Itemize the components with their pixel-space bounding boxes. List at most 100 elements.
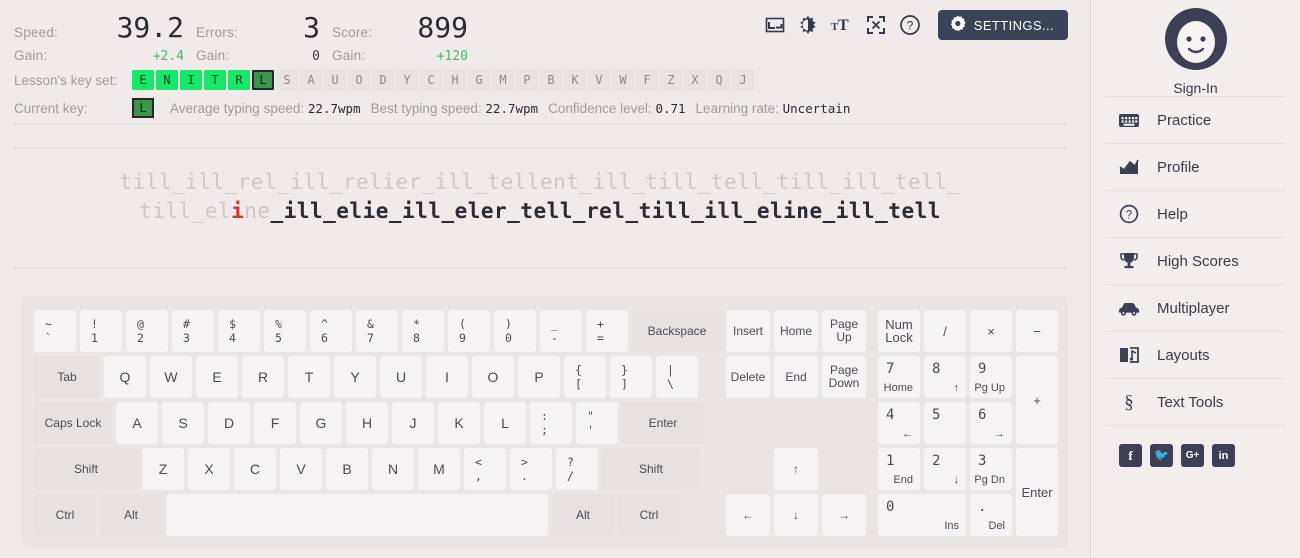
key-i[interactable]: I bbox=[426, 356, 468, 398]
key-backspace[interactable]: Backspace bbox=[632, 310, 722, 352]
key-numpad-1[interactable]: 1 End bbox=[878, 448, 920, 490]
key-numpad-6[interactable]: 6 → bbox=[970, 402, 1012, 444]
key-numpad-minus[interactable]: − bbox=[1016, 310, 1058, 352]
key-tab[interactable]: Tab bbox=[34, 356, 100, 398]
key-q[interactable]: Q bbox=[104, 356, 146, 398]
key-v[interactable]: V bbox=[280, 448, 322, 490]
key-backslash[interactable]: | \ bbox=[656, 356, 698, 398]
key-=[interactable]: + = bbox=[586, 310, 628, 352]
key-y[interactable]: Y bbox=[334, 356, 376, 398]
key-numpad-9[interactable]: 9 Pg Up bbox=[970, 356, 1012, 398]
account-block[interactable]: Sign-In bbox=[1091, 0, 1300, 96]
facebook-icon[interactable]: f bbox=[1119, 444, 1142, 467]
linkedin-icon[interactable]: in bbox=[1212, 444, 1235, 467]
crop-icon[interactable] bbox=[765, 15, 785, 35]
typing-text-area[interactable]: till_ill_rel_ill_relier_ill_tellent_ill_… bbox=[0, 168, 1080, 226]
key-numpad-plus[interactable]: + bbox=[1016, 356, 1058, 444]
key-shift-right[interactable]: Shift bbox=[602, 448, 700, 490]
key-caps-lock[interactable]: Caps Lock bbox=[34, 402, 112, 444]
key-ctrl-left[interactable]: Ctrl bbox=[34, 494, 96, 536]
key-period[interactable]: >. bbox=[510, 448, 552, 490]
key-`[interactable]: ~ ` bbox=[34, 310, 76, 352]
key-m[interactable]: M bbox=[418, 448, 460, 490]
sidebar-item-profile[interactable]: Profile bbox=[1091, 144, 1300, 190]
key-numpad-2[interactable]: 2 ↓ bbox=[924, 448, 966, 490]
sidebar-item-practice[interactable]: Practice bbox=[1091, 97, 1300, 143]
key-page-up[interactable]: Page Up bbox=[822, 310, 866, 352]
key-numpad-5[interactable]: 5 bbox=[924, 402, 966, 444]
key-u[interactable]: U bbox=[380, 356, 422, 398]
key-w[interactable]: W bbox=[150, 356, 192, 398]
key-slash[interactable]: ? / bbox=[556, 448, 598, 490]
key-2[interactable]: @2 bbox=[126, 310, 168, 352]
sidebar-item-help[interactable]: ? Help bbox=[1091, 191, 1300, 237]
key-e[interactable]: E bbox=[196, 356, 238, 398]
key-r[interactable]: R bbox=[242, 356, 284, 398]
key-alt-right[interactable]: Alt bbox=[552, 494, 614, 536]
key-numpad-0[interactable]: 0 Ins bbox=[878, 494, 966, 536]
key-numpad-divide[interactable]: / bbox=[924, 310, 966, 352]
key-j[interactable]: J bbox=[392, 402, 434, 444]
key-numpad-4[interactable]: 4 ← bbox=[878, 402, 920, 444]
key-numpad-multiply[interactable]: × bbox=[970, 310, 1012, 352]
key-7[interactable]: & 7 bbox=[356, 310, 398, 352]
key-f[interactable]: F bbox=[254, 402, 296, 444]
key-d[interactable]: D bbox=[208, 402, 250, 444]
key-3[interactable]: #3 bbox=[172, 310, 214, 352]
key-alt-left[interactable]: Alt bbox=[100, 494, 162, 536]
key-h[interactable]: H bbox=[346, 402, 388, 444]
key-bracketright[interactable]: }] bbox=[610, 356, 652, 398]
key-arrow-left[interactable]: ← bbox=[726, 494, 770, 536]
key--[interactable]: _ - bbox=[540, 310, 582, 352]
key-end[interactable]: End bbox=[774, 356, 818, 398]
key-c[interactable]: C bbox=[234, 448, 276, 490]
key-delete[interactable]: Delete bbox=[726, 356, 770, 398]
key-page-down[interactable]: Page Down bbox=[822, 356, 866, 398]
google-plus-icon[interactable]: G+ bbox=[1181, 444, 1204, 467]
key-comma[interactable]: <, bbox=[464, 448, 506, 490]
key-semicolon[interactable]: :; bbox=[530, 402, 572, 444]
key-1[interactable]: ! 1 bbox=[80, 310, 122, 352]
key-o[interactable]: O bbox=[472, 356, 514, 398]
key-enter[interactable]: Enter bbox=[622, 402, 704, 444]
key-numpad-7[interactable]: 7 Home bbox=[878, 356, 920, 398]
key-b[interactable]: B bbox=[326, 448, 368, 490]
key-6[interactable]: ^ 6 bbox=[310, 310, 352, 352]
twitter-icon[interactable]: 🐦 bbox=[1150, 444, 1173, 467]
key-l[interactable]: L bbox=[484, 402, 526, 444]
key-k[interactable]: K bbox=[438, 402, 480, 444]
key-arrow-up[interactable]: ↑ bbox=[774, 448, 818, 490]
key-numpad-enter[interactable]: Enter bbox=[1016, 448, 1058, 536]
fullscreen-icon[interactable] bbox=[866, 15, 886, 35]
sidebar-item-text-tools[interactable]: § Text Tools bbox=[1091, 379, 1300, 425]
key-numpad-8[interactable]: 8 ↑ bbox=[924, 356, 966, 398]
key-shift-left[interactable]: Shift bbox=[34, 448, 138, 490]
sidebar-item-multiplayer[interactable]: Multiplayer bbox=[1091, 285, 1300, 331]
key-5[interactable]: % 5 bbox=[264, 310, 306, 352]
key-arrow-right[interactable]: → bbox=[822, 494, 866, 536]
text-size-icon[interactable]: TT bbox=[831, 15, 853, 35]
key-9[interactable]: (9 bbox=[448, 310, 490, 352]
key-arrow-down[interactable]: ↓ bbox=[774, 494, 818, 536]
key-p[interactable]: P bbox=[518, 356, 560, 398]
key-quote[interactable]: " ' bbox=[576, 402, 618, 444]
key-ctrl-right[interactable]: Ctrl bbox=[618, 494, 680, 536]
key-n[interactable]: N bbox=[372, 448, 414, 490]
key-8[interactable]: * 8 bbox=[402, 310, 444, 352]
key-t[interactable]: T bbox=[288, 356, 330, 398]
settings-button[interactable]: SETTINGS... bbox=[937, 10, 1068, 40]
key-bracketleft[interactable]: {[ bbox=[564, 356, 606, 398]
key-numpad-decimal[interactable]: . Del bbox=[970, 494, 1012, 536]
key-s[interactable]: S bbox=[162, 402, 204, 444]
key-x[interactable]: X bbox=[188, 448, 230, 490]
sidebar-item-high-scores[interactable]: High Scores bbox=[1091, 238, 1300, 284]
key-z[interactable]: Z bbox=[142, 448, 184, 490]
key-num-lock[interactable]: Num Lock bbox=[878, 310, 920, 352]
contrast-icon[interactable] bbox=[798, 15, 818, 35]
key-g[interactable]: G bbox=[300, 402, 342, 444]
key-4[interactable]: $4 bbox=[218, 310, 260, 352]
key-numpad-3[interactable]: 3 Pg Dn bbox=[970, 448, 1012, 490]
key-a[interactable]: A bbox=[116, 402, 158, 444]
key-insert[interactable]: Insert bbox=[726, 310, 770, 352]
key-home[interactable]: Home bbox=[774, 310, 818, 352]
